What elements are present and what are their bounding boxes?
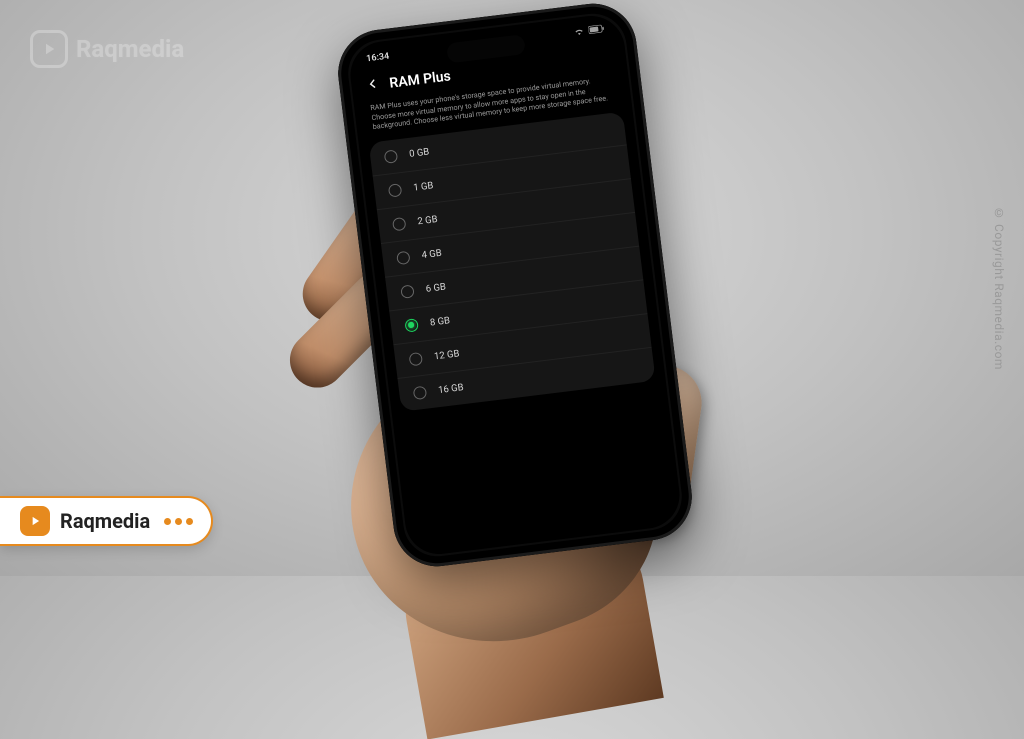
option-label: 12 GB [434,348,461,362]
radio-icon [384,150,398,164]
option-label: 0 GB [409,147,430,160]
watermark-brand: Raqmedia [76,35,184,63]
play-icon [30,30,68,68]
option-label: 4 GB [421,248,442,261]
radio-icon [396,251,410,265]
radio-icon [388,183,402,197]
status-icons [573,24,605,39]
play-icon [20,506,50,536]
option-label: 16 GB [438,382,465,396]
dots-icon [164,518,193,525]
badge-brand: Raqmedia [60,509,150,533]
radio-icon [409,352,423,366]
copyright-text: © Copyright Raqmedia.com [992,206,1006,370]
page-title: RAM Plus [389,68,452,91]
option-label: 2 GB [417,214,438,227]
status-time: 16:34 [366,51,390,64]
radio-icon-selected [404,318,418,332]
radio-icon [400,285,414,299]
battery-icon [588,24,605,37]
wifi-icon [573,27,585,39]
phone-frame: 16:34 RAM Plus RAM Plus uses your phone'… [333,0,697,571]
brand-badge: Raqmedia [0,496,213,546]
radio-icon [392,217,406,231]
options-list: 0 GB 1 GB 2 GB 4 GB 6 GB 8 GB 12 GB 16 G… [369,112,656,412]
watermark-top-left: Raqmedia [30,30,184,68]
option-label: 8 GB [429,315,450,328]
back-icon[interactable] [365,75,381,96]
radio-icon [413,386,427,400]
phone-screen: 16:34 RAM Plus RAM Plus uses your phone'… [347,12,684,558]
option-label: 1 GB [413,180,434,193]
option-label: 6 GB [425,282,446,295]
